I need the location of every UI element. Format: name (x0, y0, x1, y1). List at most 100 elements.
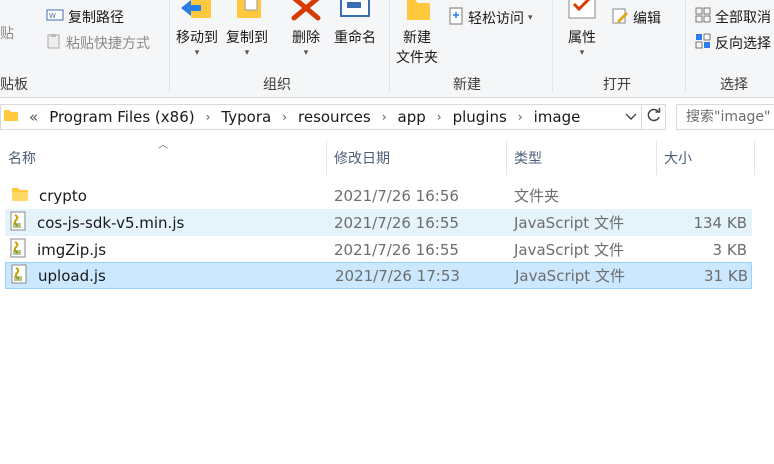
breadcrumb-item[interactable]: Program Files (x86) (49, 108, 194, 126)
column-divider[interactable] (506, 141, 507, 175)
column-divider[interactable] (656, 141, 657, 175)
chevron-down-icon: ▾ (194, 48, 200, 58)
invert-selection-icon (695, 33, 711, 53)
group-divider (552, 0, 553, 92)
move-to-label: 移动到 (176, 30, 218, 46)
open-group-label: 打开 (603, 77, 631, 93)
file-row[interactable]: upload.js 2021/7/26 17:53 JavaScript 文件 … (5, 262, 752, 289)
copy-to-icon (229, 0, 265, 28)
breadcrumb-item[interactable]: plugins (453, 108, 507, 126)
edit-icon (611, 7, 629, 29)
column-header-size-label: 大小 (664, 151, 692, 167)
breadcrumb-separator-icon[interactable]: › (282, 110, 287, 124)
copy-path-button[interactable]: W 复制路径 (46, 7, 124, 27)
rename-button[interactable]: 重命名 (334, 0, 376, 48)
copy-to-label: 复制到 (226, 30, 268, 46)
breadcrumb-separator-icon[interactable]: › (206, 110, 211, 124)
invert-selection-label: 反向选择 (715, 36, 771, 52)
column-header-name[interactable]: 名称 (8, 141, 326, 175)
file-size: 3 KB (712, 240, 747, 259)
paste-button[interactable]: 粘贴 (0, 23, 14, 43)
column-header-size[interactable]: 大小 (664, 141, 754, 175)
file-type: JavaScript 文件 (515, 267, 625, 285)
move-to-button[interactable]: 移动到 ▾ (176, 0, 218, 58)
file-date: 2021/7/26 16:56 (334, 186, 459, 205)
breadcrumb-item[interactable]: resources (298, 108, 371, 126)
copy-path-icon: W (46, 8, 64, 26)
rename-icon (335, 0, 375, 28)
address-bar[interactable]: « Program Files (x86) › Typora › resourc… (0, 104, 642, 130)
file-row[interactable]: crypto 2021/7/26 16:56 文件夹 (5, 182, 752, 209)
breadcrumb-item[interactable]: Typora (221, 108, 271, 126)
breadcrumb-item[interactable]: app (398, 108, 426, 126)
move-to-icon (179, 0, 215, 28)
search-box[interactable] (676, 104, 774, 130)
easy-access-icon (448, 7, 464, 29)
new-folder-button[interactable]: 新建 文件夹 (396, 0, 438, 68)
delete-label: 删除 (292, 30, 320, 46)
delete-button[interactable]: 删除 ▾ (290, 0, 322, 58)
address-dropdown-icon[interactable] (625, 110, 637, 126)
breadcrumb-overflow[interactable]: « (29, 108, 38, 126)
paste-shortcut-label: 粘贴快捷方式 (66, 36, 150, 52)
js-file-icon (9, 238, 27, 262)
folder-icon (3, 107, 19, 127)
group-divider (685, 0, 686, 92)
group-divider (389, 0, 390, 92)
select-group-label: 选择 (720, 77, 748, 93)
search-input[interactable] (686, 109, 774, 125)
column-divider[interactable] (326, 141, 327, 175)
file-date: 2021/7/26 17:53 (335, 266, 460, 285)
breadcrumb-separator-icon[interactable]: › (518, 110, 523, 124)
svg-text:W: W (49, 12, 56, 20)
new-folder-label-line2: 文件夹 (396, 50, 438, 66)
easy-access-button[interactable]: 轻松访问 ▾ (448, 7, 533, 29)
file-row[interactable]: cos-js-sdk-v5.min.js 2021/7/26 16:55 Jav… (5, 209, 752, 236)
file-type: JavaScript 文件 (514, 214, 624, 232)
breadcrumb-separator-icon[interactable]: › (382, 110, 387, 124)
select-none-label: 全部取消 (715, 10, 771, 26)
file-size (657, 182, 747, 209)
js-file-icon (9, 211, 27, 235)
paste-shortcut-button[interactable]: 粘贴快捷方式 (46, 33, 150, 53)
js-file-icon (10, 264, 28, 288)
properties-button[interactable]: 属性 ▾ (566, 0, 598, 58)
new-group-label: 新建 (453, 77, 481, 93)
easy-access-label: 轻松访问 (468, 11, 524, 27)
folder-icon (11, 186, 29, 206)
rename-label: 重命名 (334, 30, 376, 46)
file-size: 134 KB (693, 213, 747, 232)
column-header-type-label: 类型 (514, 151, 542, 167)
paste-label: 粘贴 (0, 26, 14, 42)
file-name: cos-js-sdk-v5.min.js (37, 213, 185, 232)
copy-to-button[interactable]: 复制到 ▾ (226, 0, 268, 58)
chevron-down-icon: ▾ (244, 48, 250, 58)
new-folder-icon (401, 0, 433, 28)
column-header-name-label: 名称 (8, 151, 36, 167)
properties-label: 属性 (568, 30, 596, 46)
clipboard-group-label: 剪贴板 (0, 77, 28, 93)
paste-shortcut-icon (46, 33, 62, 53)
refresh-icon (646, 107, 662, 127)
column-header-date[interactable]: 修改日期 (334, 141, 506, 175)
group-divider (169, 0, 170, 92)
breadcrumb-item[interactable]: image (534, 108, 581, 126)
refresh-button[interactable] (642, 104, 666, 130)
select-none-icon (695, 7, 711, 27)
chevron-down-icon: ▾ (579, 48, 585, 58)
file-row[interactable]: imgZip.js 2021/7/26 16:55 JavaScript 文件 … (5, 236, 752, 263)
ribbon: 粘贴 W 复制路径 粘贴快捷方式 剪贴板 移动到 ▾ 复制到 ▾ 删除 ▾ (0, 0, 774, 98)
file-date: 2021/7/26 16:55 (334, 213, 459, 232)
column-divider[interactable] (754, 141, 755, 175)
file-name: imgZip.js (37, 240, 107, 259)
invert-selection-button[interactable]: 反向选择 (695, 33, 771, 53)
file-date: 2021/7/26 16:55 (334, 240, 459, 259)
chevron-down-icon: ▾ (528, 13, 533, 23)
edit-button[interactable]: 编辑 (611, 7, 661, 29)
select-none-button[interactable]: 全部取消 (695, 7, 771, 27)
file-type: 文件夹 (514, 187, 560, 205)
organize-group-label: 组织 (263, 77, 291, 93)
file-size: 31 KB (704, 266, 748, 285)
column-header-type[interactable]: 类型 (514, 141, 656, 175)
breadcrumb-separator-icon[interactable]: › (437, 110, 442, 124)
